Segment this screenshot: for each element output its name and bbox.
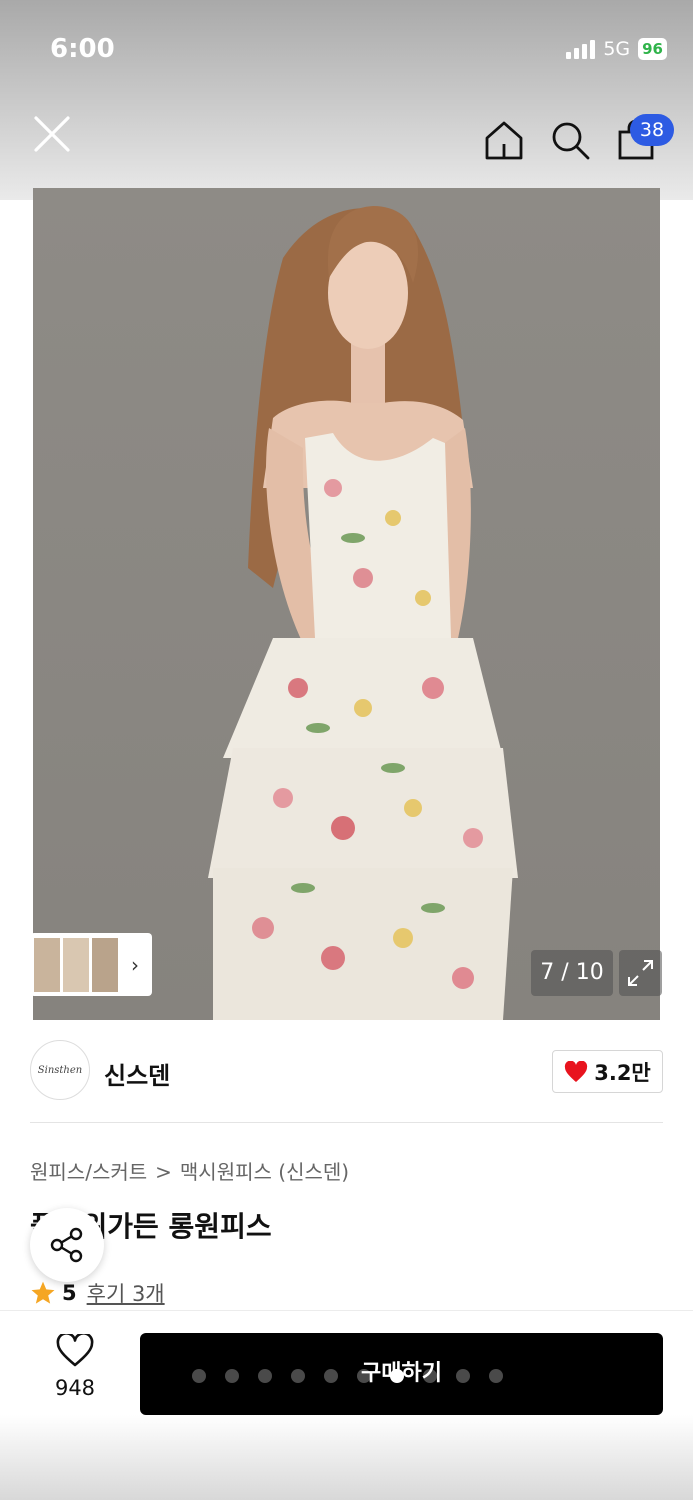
search-button[interactable] — [548, 118, 592, 162]
signal-icon — [566, 39, 596, 59]
store-like-button[interactable]: 3.2만 — [552, 1050, 663, 1093]
thumbnail-strip[interactable]: › — [30, 933, 152, 996]
buy-button[interactable]: 구매하기 — [140, 1333, 663, 1415]
home-button[interactable] — [482, 118, 526, 162]
status-time: 6:00 — [50, 34, 115, 64]
battery-icon: 96 — [638, 38, 667, 60]
heart-outline-icon — [56, 1332, 94, 1367]
wishlist-count: 948 — [54, 1376, 96, 1400]
breadcrumb-subcategory[interactable]: 맥시원피스 (신스덴) — [180, 1160, 349, 1184]
home-icon — [485, 121, 523, 160]
product-image[interactable] — [33, 188, 660, 1020]
breadcrumb: 원피스/스커트 > 맥시원피스 (신스덴) — [30, 1156, 349, 1185]
expand-icon — [628, 960, 653, 986]
store-like-count: 3.2만 — [594, 1060, 651, 1085]
chevron-right-icon: > — [155, 1160, 172, 1184]
heart-icon — [565, 1060, 588, 1082]
search-icon — [552, 122, 590, 160]
cart-count-badge: 38 — [630, 114, 674, 146]
close-icon — [34, 116, 70, 152]
status-indicators: 5G 96 — [566, 38, 667, 60]
product-photo — [33, 188, 660, 1020]
rating-value: 5 — [62, 1281, 77, 1305]
share-button[interactable] — [30, 1208, 104, 1282]
share-icon — [50, 1227, 83, 1263]
star-icon — [31, 1281, 55, 1304]
page-counter: 7 / 10 — [531, 950, 613, 996]
seller-logo[interactable]: Sinsthen — [30, 1040, 90, 1100]
thumbnail — [63, 937, 89, 992]
wishlist-button[interactable]: 948 — [40, 1332, 110, 1414]
status-bar: 6:00 5G 96 — [0, 0, 693, 100]
divider — [30, 1122, 663, 1123]
seller-name[interactable]: 신스덴 — [104, 1056, 170, 1091]
expand-button[interactable] — [619, 950, 662, 996]
network-label: 5G — [603, 38, 631, 60]
breadcrumb-category[interactable]: 원피스/스커트 — [30, 1160, 147, 1184]
nav-bar: 38 — [0, 100, 693, 180]
seller-row[interactable]: Sinsthen 신스덴 3.2만 — [30, 1040, 663, 1110]
thumbnail — [34, 937, 60, 992]
rating-row: 5 후기 3개 — [30, 1278, 165, 1308]
close-button[interactable] — [30, 112, 74, 156]
thumbnail — [92, 937, 118, 992]
review-link[interactable]: 후기 3개 — [87, 1278, 165, 1308]
chevron-right-icon: › — [131, 952, 139, 977]
buy-label: 구매하기 — [361, 1361, 442, 1386]
